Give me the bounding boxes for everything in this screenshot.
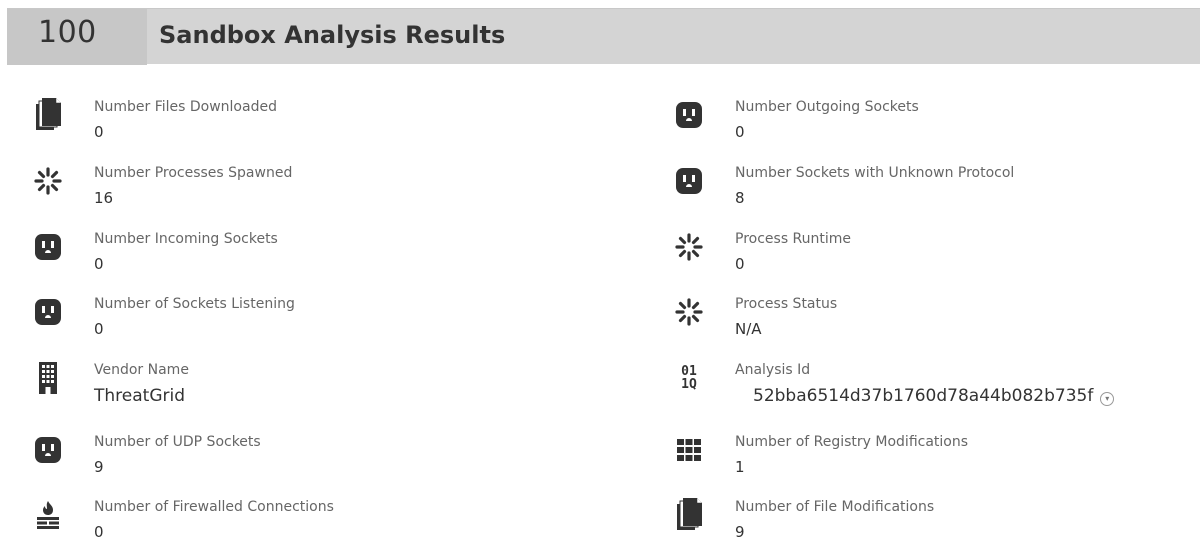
building-icon <box>32 362 64 394</box>
field-value: 9 <box>94 458 104 476</box>
spinner-icon <box>673 296 705 328</box>
field-value: 0 <box>735 123 745 141</box>
document-icon <box>32 98 64 131</box>
grid-icon <box>673 434 705 466</box>
field-value: 0 <box>735 255 745 273</box>
field-label: Number Processes Spawned <box>94 165 293 181</box>
socket-icon <box>32 231 64 263</box>
field-label: Process Runtime <box>735 231 852 247</box>
score-box: 100 <box>7 9 147 65</box>
field-label: Vendor Name <box>94 362 189 378</box>
field-value: 0 <box>94 523 104 541</box>
field-value: N/A <box>735 320 762 338</box>
document-icon <box>673 498 705 531</box>
icon-text-bottom: 1Q <box>681 377 697 392</box>
field-value: 0 <box>94 255 104 273</box>
section-title: Sandbox Analysis Results <box>159 21 506 49</box>
chevron-down-icon[interactable]: ▾ <box>1100 392 1115 406</box>
socket-icon <box>32 434 64 466</box>
field-label: Number of Firewalled Connections <box>94 499 334 515</box>
socket-icon <box>32 296 64 328</box>
field-value: 16 <box>94 189 114 207</box>
score-value: 100 <box>38 15 97 50</box>
spinner-icon <box>673 231 705 263</box>
firewall-icon <box>32 499 64 531</box>
analysis-id-value: 52bba6514d37b1760d78a44b082b735f ▾ <box>753 386 1115 406</box>
field-label: Number of Registry Modifications <box>735 434 969 450</box>
field-label: Number Outgoing Sockets <box>735 99 919 115</box>
field-label: Analysis Id <box>735 362 811 378</box>
spinner-icon <box>32 165 64 197</box>
field-value: 9 <box>735 523 745 541</box>
field-label: Process Status <box>735 296 838 312</box>
field-value: 52bba6514d37b1760d78a44b082b735f <box>753 386 1094 406</box>
field-value: ThreatGrid <box>94 386 185 406</box>
field-label: Number Sockets with Unknown Protocol <box>735 165 1015 181</box>
socket-icon <box>673 99 705 131</box>
field-label: Number Incoming Sockets <box>94 231 278 247</box>
section-header: 100 Sandbox Analysis Results <box>7 8 1200 65</box>
field-value: 0 <box>94 320 104 338</box>
field-label: Number of File Modifications <box>735 499 935 515</box>
field-label: Number Files Downloaded <box>94 99 277 115</box>
field-value: 1 <box>735 458 745 476</box>
field-value: 0 <box>94 123 104 141</box>
field-label: Number of Sockets Listening <box>94 296 295 312</box>
binary-search-icon: 01 1Q <box>673 362 705 394</box>
field-value: 8 <box>735 189 745 207</box>
field-label: Number of UDP Sockets <box>94 434 261 450</box>
socket-icon <box>673 165 705 197</box>
